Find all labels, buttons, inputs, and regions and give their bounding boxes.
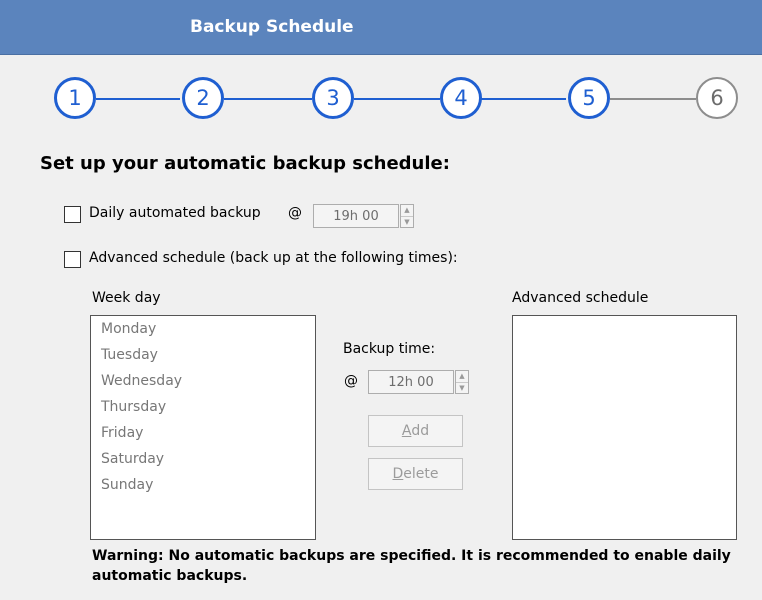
- delete-mnemonic: D: [392, 466, 404, 482]
- step-connector-1: [96, 98, 180, 100]
- page-heading: Set up your automatic backup schedule:: [40, 153, 450, 174]
- weekday-header: Week day: [92, 290, 161, 306]
- list-item-saturday[interactable]: Saturday: [101, 451, 164, 467]
- daily-time-field[interactable]: 19h 00: [313, 204, 399, 228]
- list-item-wednesday[interactable]: Wednesday: [101, 373, 182, 389]
- advanced-schedule-label: Advanced schedule (back up at the follow…: [89, 250, 458, 266]
- step-2: 2: [182, 77, 224, 119]
- step-3: 3: [312, 77, 354, 119]
- list-item-thursday[interactable]: Thursday: [101, 399, 166, 415]
- list-item-monday[interactable]: Monday: [101, 321, 156, 337]
- advanced-at-symbol: @: [344, 373, 358, 389]
- daily-at-symbol: @: [288, 205, 302, 221]
- title-bar: Backup Schedule: [0, 0, 762, 55]
- advanced-schedule-header: Advanced schedule: [512, 290, 649, 306]
- step-connector-4: [480, 98, 566, 100]
- daily-time-spinner[interactable]: ▲ ▼: [400, 204, 414, 228]
- step-connector-5: [610, 98, 696, 100]
- daily-backup-checkbox[interactable]: [64, 206, 81, 223]
- spin-down-icon[interactable]: ▼: [401, 217, 413, 228]
- advanced-schedule-checkbox[interactable]: [64, 251, 81, 268]
- delete-label-rest: elete: [403, 466, 439, 482]
- list-item-sunday[interactable]: Sunday: [101, 477, 153, 493]
- spin-down-icon[interactable]: ▼: [456, 383, 468, 394]
- weekday-list[interactable]: Monday Tuesday Wednesday Thursday Friday…: [90, 315, 316, 540]
- advanced-time-spinner[interactable]: ▲ ▼: [455, 370, 469, 394]
- step-1: 1: [54, 77, 96, 119]
- step-5: 5: [568, 77, 610, 119]
- step-6: 6: [696, 77, 738, 119]
- list-item-friday[interactable]: Friday: [101, 425, 143, 441]
- list-item-tuesday[interactable]: Tuesday: [101, 347, 158, 363]
- daily-backup-label: Daily automated backup: [89, 205, 261, 221]
- step-connector-3: [354, 98, 440, 100]
- spin-up-icon[interactable]: ▲: [456, 371, 468, 383]
- step-4: 4: [440, 77, 482, 119]
- warning-message: Warning: No automatic backups are specif…: [92, 548, 731, 584]
- backup-time-label: Backup time:: [343, 341, 436, 357]
- advanced-time-field[interactable]: 12h 00: [368, 370, 454, 394]
- add-button[interactable]: Add: [368, 415, 463, 447]
- add-mnemonic: A: [401, 423, 412, 439]
- delete-button[interactable]: Delete: [368, 458, 463, 490]
- spin-up-icon[interactable]: ▲: [401, 205, 413, 217]
- window-title: Backup Schedule: [190, 17, 354, 37]
- step-connector-2: [224, 98, 312, 100]
- add-label-rest: dd: [411, 423, 430, 439]
- advanced-schedule-list[interactable]: [512, 315, 737, 540]
